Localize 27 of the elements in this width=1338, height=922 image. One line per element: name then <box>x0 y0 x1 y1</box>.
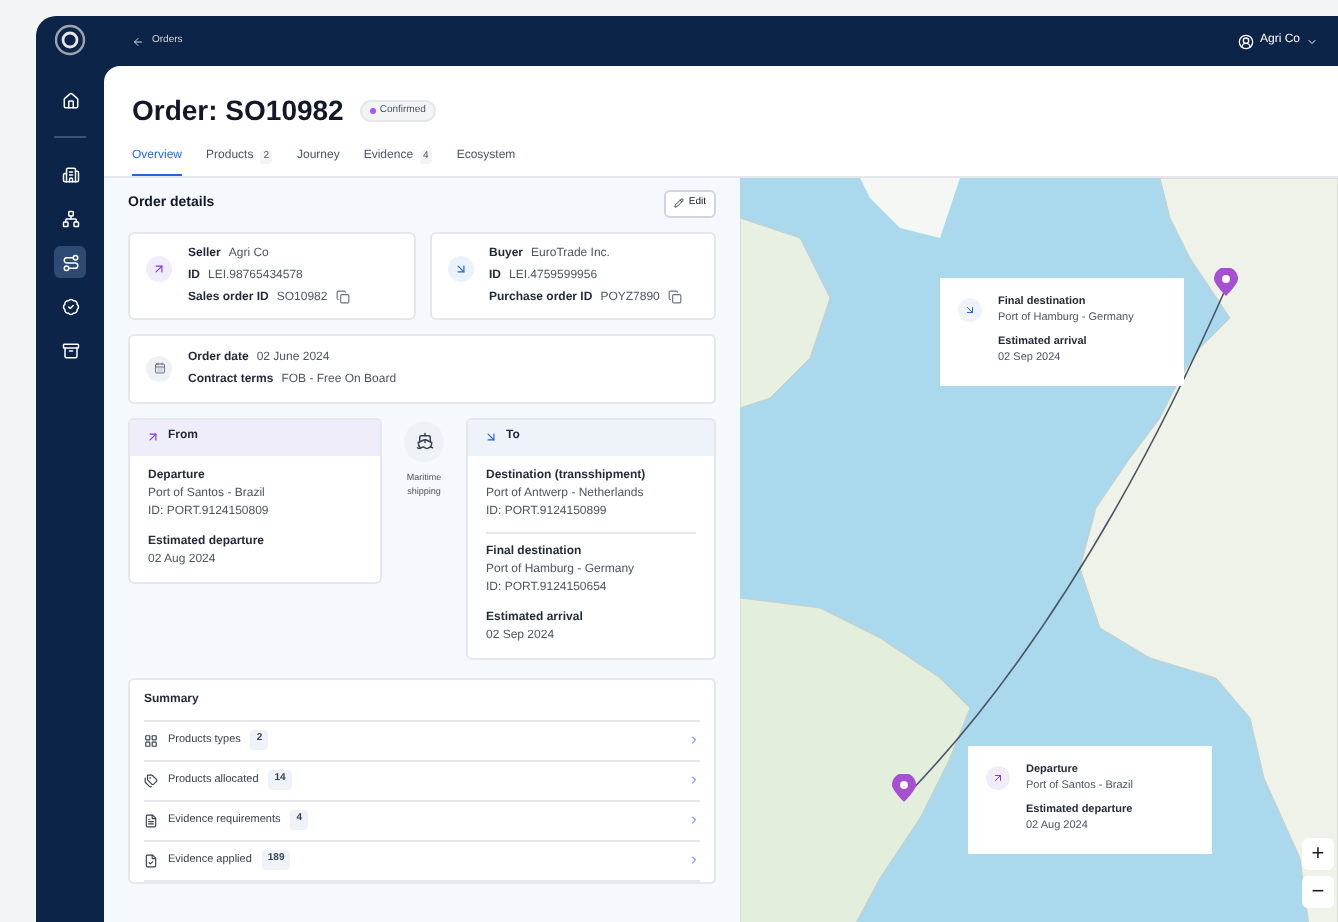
copy-icon[interactable] <box>667 290 682 304</box>
back-arrow-icon <box>132 35 144 47</box>
user-icon <box>1237 33 1254 49</box>
outgoing-arrow-icon <box>146 430 160 444</box>
chevron-right-icon <box>688 774 700 786</box>
route-icon <box>61 253 79 271</box>
home-icon <box>61 91 79 109</box>
location-pin-icon <box>892 774 916 802</box>
location-pin-icon <box>1214 268 1238 296</box>
zoom-in-button[interactable]: + <box>1302 838 1334 870</box>
pencil-icon <box>674 198 685 209</box>
copy-icon[interactable] <box>335 290 350 304</box>
chevron-right-icon <box>688 814 700 826</box>
zoom-out-button[interactable]: − <box>1302 876 1334 908</box>
sidebar-nav-button[interactable] <box>54 246 86 278</box>
chevron-right-icon <box>688 734 700 746</box>
network-icon <box>61 209 79 227</box>
chevron-down-icon <box>1306 35 1318 47</box>
logo-icon[interactable] <box>54 24 86 56</box>
chevron-right-icon <box>688 854 700 866</box>
calendar-icon <box>146 355 172 381</box>
buildings-icon <box>61 165 79 183</box>
badge-icon <box>61 297 79 315</box>
archive-icon <box>61 341 79 359</box>
incoming-arrow-icon <box>484 430 498 444</box>
ship-icon <box>404 421 444 461</box>
page-title: Order: SO10982 <box>132 92 344 130</box>
